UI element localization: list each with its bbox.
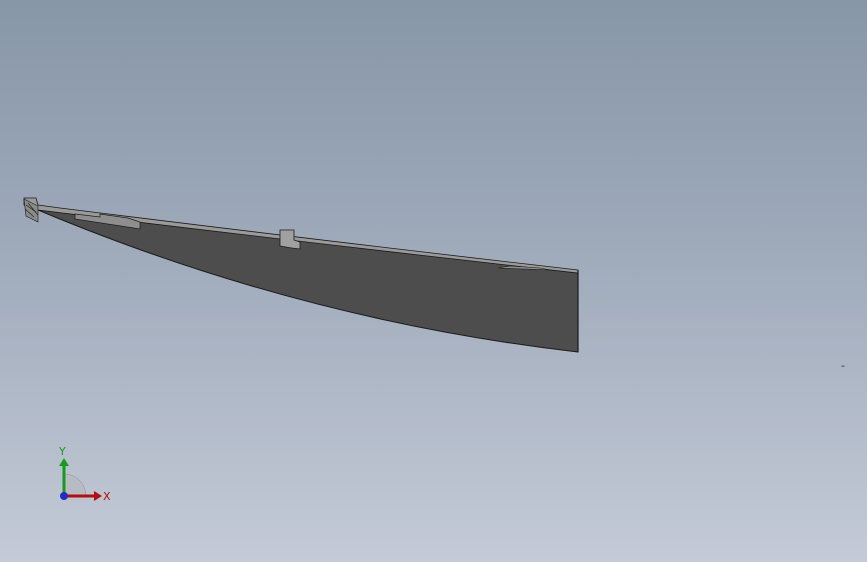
corner-mark: -: [841, 359, 845, 372]
graphics-viewport[interactable]: Y X -: [0, 0, 867, 562]
x-axis-label: X: [103, 490, 111, 503]
model-canvas[interactable]: [0, 0, 867, 562]
x-axis-arrowhead: [94, 491, 102, 501]
reference-triad[interactable]: Y X: [48, 440, 118, 510]
y-axis-arrowhead: [59, 458, 69, 466]
beam-side-face[interactable]: [37, 209, 579, 353]
triad-plane-quadrant: [63, 473, 87, 497]
z-axis-dot: [60, 492, 68, 500]
y-axis-label: Y: [58, 445, 66, 458]
